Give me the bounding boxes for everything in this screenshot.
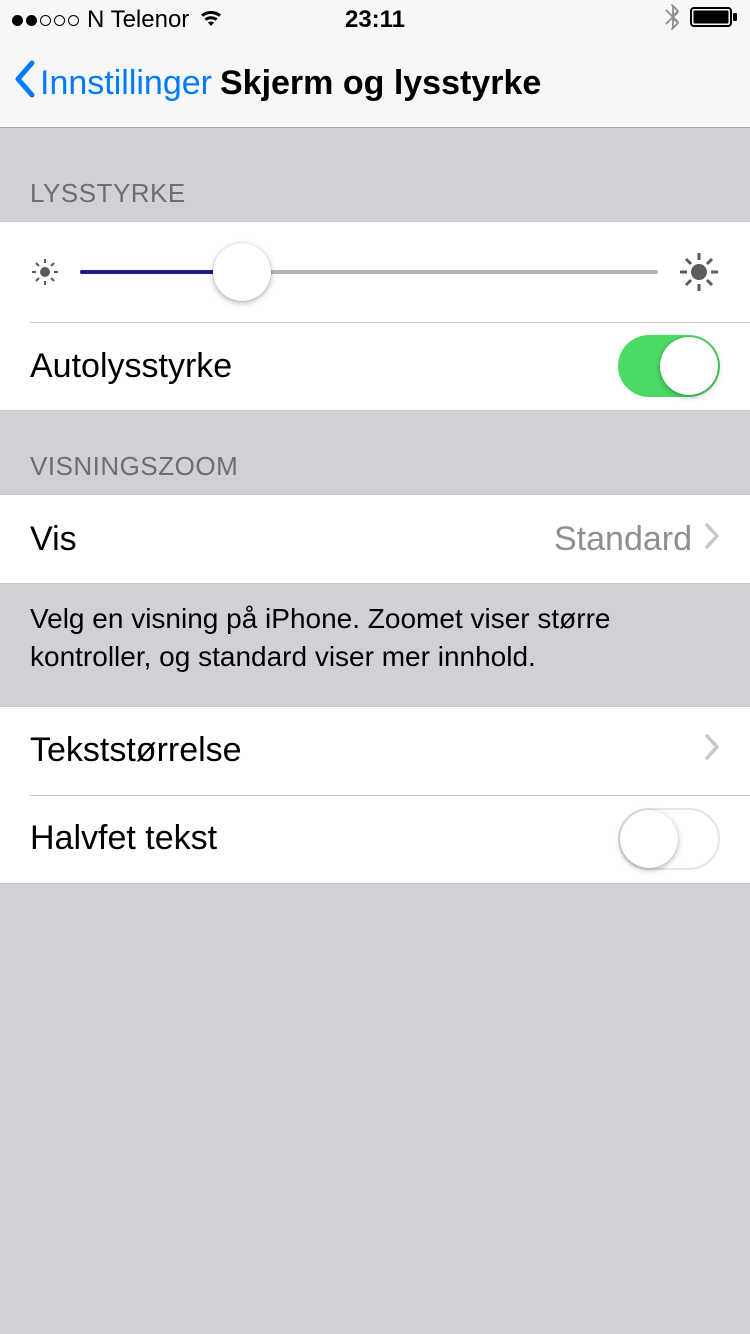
back-label: Innstillinger — [40, 64, 212, 103]
view-value: Standard — [554, 520, 692, 559]
page-title: Skjerm og lysstyrke — [220, 64, 541, 103]
brightness-slider[interactable] — [80, 270, 658, 274]
chevron-right-icon — [704, 731, 720, 770]
chevron-left-icon — [12, 59, 36, 108]
bold-text-cell: Halvfet tekst — [0, 795, 750, 883]
brightness-low-icon — [30, 257, 60, 287]
brightness-group: Autolysstyrke — [0, 221, 750, 411]
carrier-label: N Telenor — [87, 6, 189, 34]
auto-brightness-cell: Autolysstyrke — [0, 322, 750, 410]
toggle-knob — [620, 810, 678, 868]
battery-icon — [690, 6, 738, 35]
toggle-knob — [660, 337, 718, 395]
brightness-high-icon — [678, 251, 720, 293]
slider-thumb[interactable] — [213, 243, 271, 301]
auto-brightness-label: Autolysstyrke — [30, 347, 232, 386]
brightness-slider-cell — [0, 222, 750, 322]
bold-text-label: Halvfet tekst — [30, 819, 217, 858]
chevron-right-icon — [704, 520, 720, 559]
status-right — [664, 4, 738, 37]
text-group: Tekststørrelse Halvfet tekst — [0, 706, 750, 884]
nav-bar: Innstillinger Skjerm og lysstyrke — [0, 40, 750, 128]
bold-text-toggle[interactable] — [618, 808, 720, 870]
brightness-section-header: LYSSTYRKE — [0, 128, 750, 221]
text-size-cell[interactable]: Tekststørrelse — [0, 707, 750, 795]
clock-label: 23:11 — [345, 6, 405, 34]
auto-brightness-toggle[interactable] — [618, 335, 720, 397]
bluetooth-icon — [664, 4, 680, 37]
display-zoom-section-header: VISNINGSZOOM — [0, 411, 750, 494]
back-button[interactable]: Innstillinger — [12, 59, 212, 108]
view-label: Vis — [30, 520, 77, 559]
wifi-icon — [197, 6, 225, 35]
display-zoom-footer: Velg en visning på iPhone. Zoomet viser … — [0, 584, 750, 706]
display-zoom-group: Vis Standard — [0, 494, 750, 584]
view-cell[interactable]: Vis Standard — [0, 495, 750, 583]
text-size-label: Tekststørrelse — [30, 731, 242, 770]
status-bar: N Telenor 23:11 — [0, 0, 750, 40]
signal-strength-icon — [12, 15, 79, 26]
status-left: N Telenor — [12, 6, 225, 35]
